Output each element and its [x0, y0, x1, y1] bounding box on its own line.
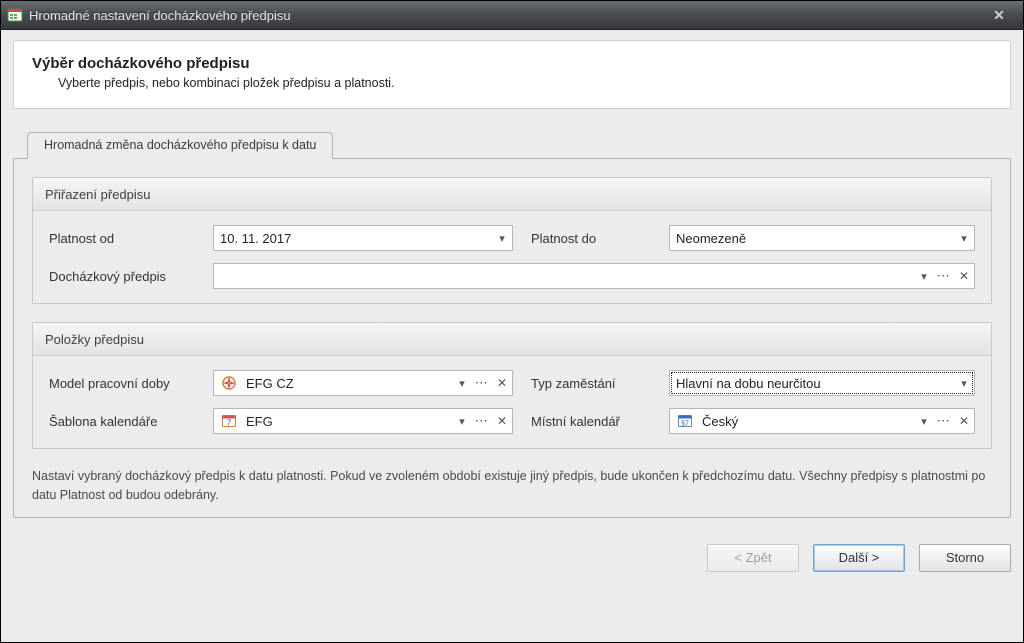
wizard-footer: < Zpět Další > Storno — [13, 518, 1011, 572]
employment-type-combo[interactable]: Hlavní na dobu neurčitou ▾ — [669, 370, 975, 396]
svg-text:7: 7 — [227, 419, 232, 428]
group-assignment-title: Přiřazení předpisu — [33, 178, 991, 211]
clear-icon[interactable]: ✕ — [492, 409, 512, 433]
chevron-down-icon[interactable]: ▾ — [491, 226, 512, 250]
svg-text:§7: §7 — [681, 421, 689, 428]
local-calendar-value: Český — [696, 414, 913, 429]
chevron-down-icon[interactable]: ▾ — [953, 371, 974, 395]
tab-page: Přiřazení předpisu Platnost od 10. 11. 2… — [13, 158, 1011, 518]
info-note: Nastaví vybraný docházkový předpis k dat… — [32, 467, 992, 505]
chevron-down-icon[interactable]: ▾ — [953, 226, 974, 250]
calendar-template-label: Šablona kalendáře — [49, 414, 213, 429]
titlebar: Hromadné nastavení docházkového předpisu… — [1, 1, 1023, 30]
work-model-value: EFG CZ — [240, 376, 451, 391]
work-model-lookup[interactable]: EFG CZ ▾ ··· ✕ — [213, 370, 513, 396]
calendar-template-icon: 7 — [214, 413, 240, 429]
next-button[interactable]: Další > — [813, 544, 905, 572]
valid-from-date-picker[interactable]: 10. 11. 2017 ▾ — [213, 225, 513, 251]
attendance-rule-lookup[interactable]: ▾ ··· ✕ — [213, 263, 975, 289]
client-area: Výběr docházkového předpisu Vyberte před… — [1, 30, 1023, 642]
employment-type-label: Typ zaměstání — [513, 376, 669, 391]
back-button-label: < Zpět — [734, 550, 771, 565]
group-items-title: Položky předpisu — [33, 323, 991, 356]
ellipsis-icon[interactable]: ··· — [472, 409, 492, 433]
tab-label: Hromadná změna docházkového předpisu k d… — [44, 138, 316, 152]
local-calendar-label: Místní kalendář — [513, 414, 669, 429]
ellipsis-icon[interactable]: ··· — [934, 409, 954, 433]
calendar-template-lookup[interactable]: 7 EFG ▾ ··· ✕ — [213, 408, 513, 434]
window-title: Hromadné nastavení docházkového předpisu — [29, 8, 981, 23]
wizard-header: Výběr docházkového předpisu Vyberte před… — [13, 40, 1011, 109]
chevron-down-icon[interactable]: ▾ — [451, 371, 472, 395]
tab-strip: Hromadná změna docházkového předpisu k d… — [27, 131, 1011, 159]
chevron-down-icon[interactable]: ▾ — [913, 409, 934, 433]
cancel-button-label: Storno — [946, 550, 984, 565]
back-button: < Zpět — [707, 544, 799, 572]
work-model-label: Model pracovní doby — [49, 376, 213, 391]
tab-bulk-change[interactable]: Hromadná změna docházkového předpisu k d… — [27, 132, 333, 159]
valid-to-combo[interactable]: Neomezeně ▾ — [669, 225, 975, 251]
cancel-button[interactable]: Storno — [919, 544, 1011, 572]
wizard-heading: Výběr docházkového předpisu — [32, 55, 992, 72]
clear-icon[interactable]: ✕ — [492, 371, 512, 395]
calendar-template-value: EFG — [240, 414, 451, 429]
clear-icon[interactable]: ✕ — [954, 264, 974, 288]
local-calendar-icon: §7 — [670, 413, 696, 429]
group-items: Položky předpisu Model pracovní doby — [32, 322, 992, 449]
wizard-subtext: Vyberte předpis, nebo kombinaci pložek p… — [58, 76, 992, 90]
work-model-icon — [214, 375, 240, 391]
app-icon — [7, 7, 23, 23]
valid-to-value: Neomezeně — [670, 231, 953, 246]
attendance-rule-label: Docházkový předpis — [49, 269, 213, 284]
ellipsis-icon[interactable]: ··· — [472, 371, 492, 395]
chevron-down-icon[interactable]: ▾ — [913, 264, 934, 288]
close-button[interactable]: ✕ — [981, 5, 1017, 25]
chevron-down-icon[interactable]: ▾ — [451, 409, 472, 433]
dialog-window: Hromadné nastavení docházkového předpisu… — [0, 0, 1024, 643]
next-button-label: Další > — [839, 550, 880, 565]
local-calendar-lookup[interactable]: §7 Český ▾ ··· ✕ — [669, 408, 975, 434]
valid-to-label: Platnost do — [513, 231, 669, 246]
employment-type-value: Hlavní na dobu neurčitou — [670, 376, 953, 391]
ellipsis-icon[interactable]: ··· — [934, 264, 954, 288]
clear-icon[interactable]: ✕ — [954, 409, 974, 433]
valid-from-label: Platnost od — [49, 231, 213, 246]
group-assignment: Přiřazení předpisu Platnost od 10. 11. 2… — [32, 177, 992, 304]
valid-from-value: 10. 11. 2017 — [214, 231, 491, 246]
